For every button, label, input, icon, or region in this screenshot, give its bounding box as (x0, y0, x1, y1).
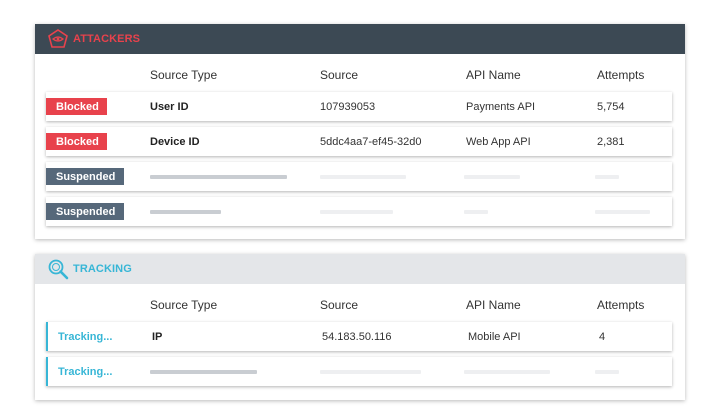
tracking-column-headers: Source Type Source API Name Attempts (35, 284, 685, 322)
attempts-cell: 2,381 (597, 136, 625, 148)
source-cell: 5ddc4aa7-ef45-32d0 (320, 136, 422, 148)
column-header-attempts: Attempts (597, 298, 645, 312)
status-badge: Suspended (46, 168, 124, 185)
column-header-source-type: Source Type (150, 68, 218, 82)
attempts-cell: 4 (599, 331, 606, 343)
status-badge: Suspended (46, 203, 124, 220)
table-row[interactable]: Blocked Device ID 5ddc4aa7-ef45-32d0 Web… (46, 127, 672, 156)
source-cell: 54.183.50.116 (322, 331, 392, 343)
column-header-source-type: Source Type (150, 298, 218, 312)
api-name-cell: Web App API (466, 136, 531, 148)
column-header-api-name: API Name (466, 68, 521, 82)
column-header-source: Source (320, 298, 359, 312)
table-row[interactable]: Suspended (46, 162, 672, 191)
placeholder-bar (595, 175, 619, 179)
placeholder-bar (595, 370, 619, 374)
column-header-api-name: API Name (466, 298, 521, 312)
attackers-column-headers: Source Type Source API Name Attempts (35, 54, 685, 92)
placeholder-bar (595, 210, 650, 214)
tracking-title: TRACKING (73, 263, 132, 275)
api-name-cell: Payments API (466, 101, 536, 113)
placeholder-bar (150, 370, 257, 374)
status-badge: Tracking... (58, 331, 113, 343)
table-row[interactable]: Blocked User ID 107939053 Payments API 5… (46, 92, 672, 121)
placeholder-bar (320, 175, 406, 179)
placeholder-bar (464, 210, 488, 214)
status-badge: Blocked (46, 133, 107, 150)
placeholder-bar (464, 175, 520, 179)
placeholder-bar (150, 175, 287, 179)
attackers-header: ATTACKERS (35, 24, 685, 54)
column-header-source: Source (320, 68, 359, 82)
attackers-panel: ATTACKERS Source Type Source API Name At… (35, 24, 685, 239)
attackers-title: ATTACKERS (73, 33, 141, 45)
source-type-cell: IP (152, 331, 163, 343)
source-cell: 107939053 (320, 101, 376, 113)
shield-icon (47, 28, 69, 50)
tracking-panel: TRACKING Source Type Source API Name Att… (35, 254, 685, 400)
column-header-attempts: Attempts (597, 68, 645, 82)
status-badge: Blocked (46, 98, 107, 115)
api-name-cell: Mobile API (468, 331, 521, 343)
placeholder-bar (150, 210, 221, 214)
table-row[interactable]: Suspended (46, 197, 672, 226)
placeholder-bar (464, 370, 550, 374)
source-type-cell: User ID (150, 101, 189, 113)
source-type-cell: Device ID (150, 136, 200, 148)
table-row[interactable]: Tracking... (46, 357, 672, 386)
placeholder-bar (320, 210, 393, 214)
placeholder-bar (320, 370, 421, 374)
attempts-cell: 5,754 (597, 101, 625, 113)
table-row[interactable]: Tracking... IP 54.183.50.116 Mobile API … (46, 322, 672, 351)
magnifier-icon (47, 258, 69, 280)
status-badge: Tracking... (58, 366, 113, 378)
tracking-header: TRACKING (35, 254, 685, 284)
